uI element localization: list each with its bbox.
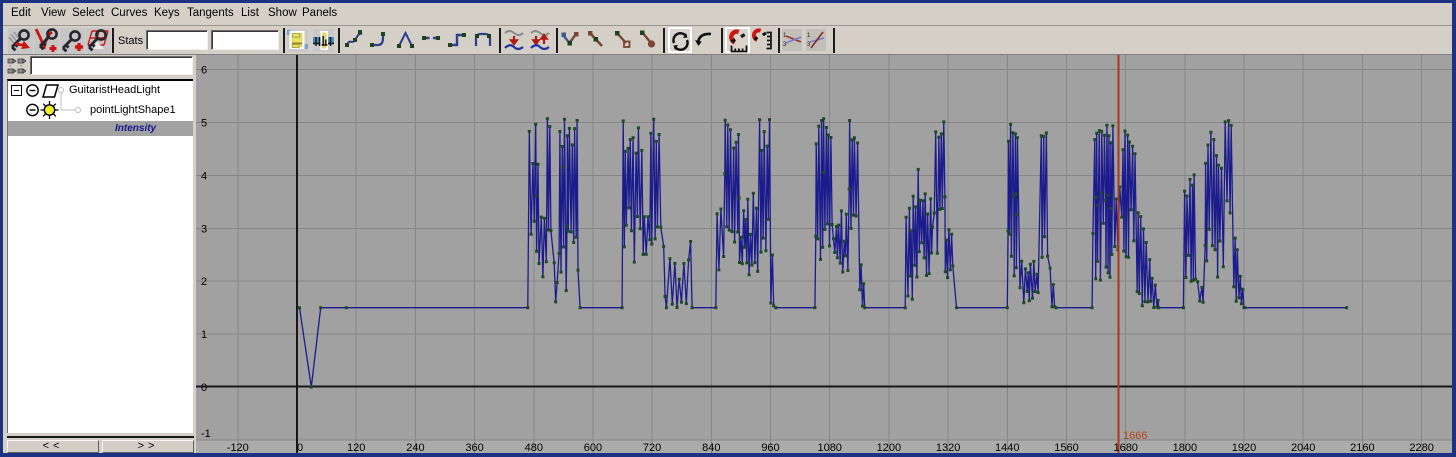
svg-text:2040: 2040 [1291,442,1315,453]
svg-text:120: 120 [347,442,365,453]
svg-text:2: 2 [201,276,207,288]
svg-text:-1: -1 [201,428,211,440]
svg-text:360: 360 [465,442,483,453]
svg-text:840: 840 [702,442,720,453]
svg-text:3: 3 [201,223,207,235]
svg-text:960: 960 [761,442,779,453]
svg-text:1080: 1080 [817,442,841,453]
svg-text:1560: 1560 [1054,442,1078,453]
svg-text:1200: 1200 [877,442,901,453]
svg-text:1440: 1440 [995,442,1019,453]
svg-text:240: 240 [406,442,424,453]
svg-text:5: 5 [201,118,207,130]
svg-text:1680: 1680 [1113,442,1137,453]
svg-text:1666: 1666 [1123,430,1147,442]
svg-text:2280: 2280 [1409,442,1433,453]
svg-text:480: 480 [525,442,543,453]
svg-text:0: 0 [201,382,207,394]
svg-text:6: 6 [201,65,207,77]
svg-text:2160: 2160 [1350,442,1374,453]
svg-text:1920: 1920 [1232,442,1256,453]
svg-text:600: 600 [584,442,602,453]
svg-text:1320: 1320 [936,442,960,453]
svg-text:720: 720 [643,442,661,453]
svg-text:1800: 1800 [1173,442,1197,453]
svg-text:4: 4 [201,170,207,182]
svg-text:0: 0 [297,442,303,453]
svg-text:1: 1 [201,329,207,341]
svg-text:-120: -120 [227,442,249,453]
